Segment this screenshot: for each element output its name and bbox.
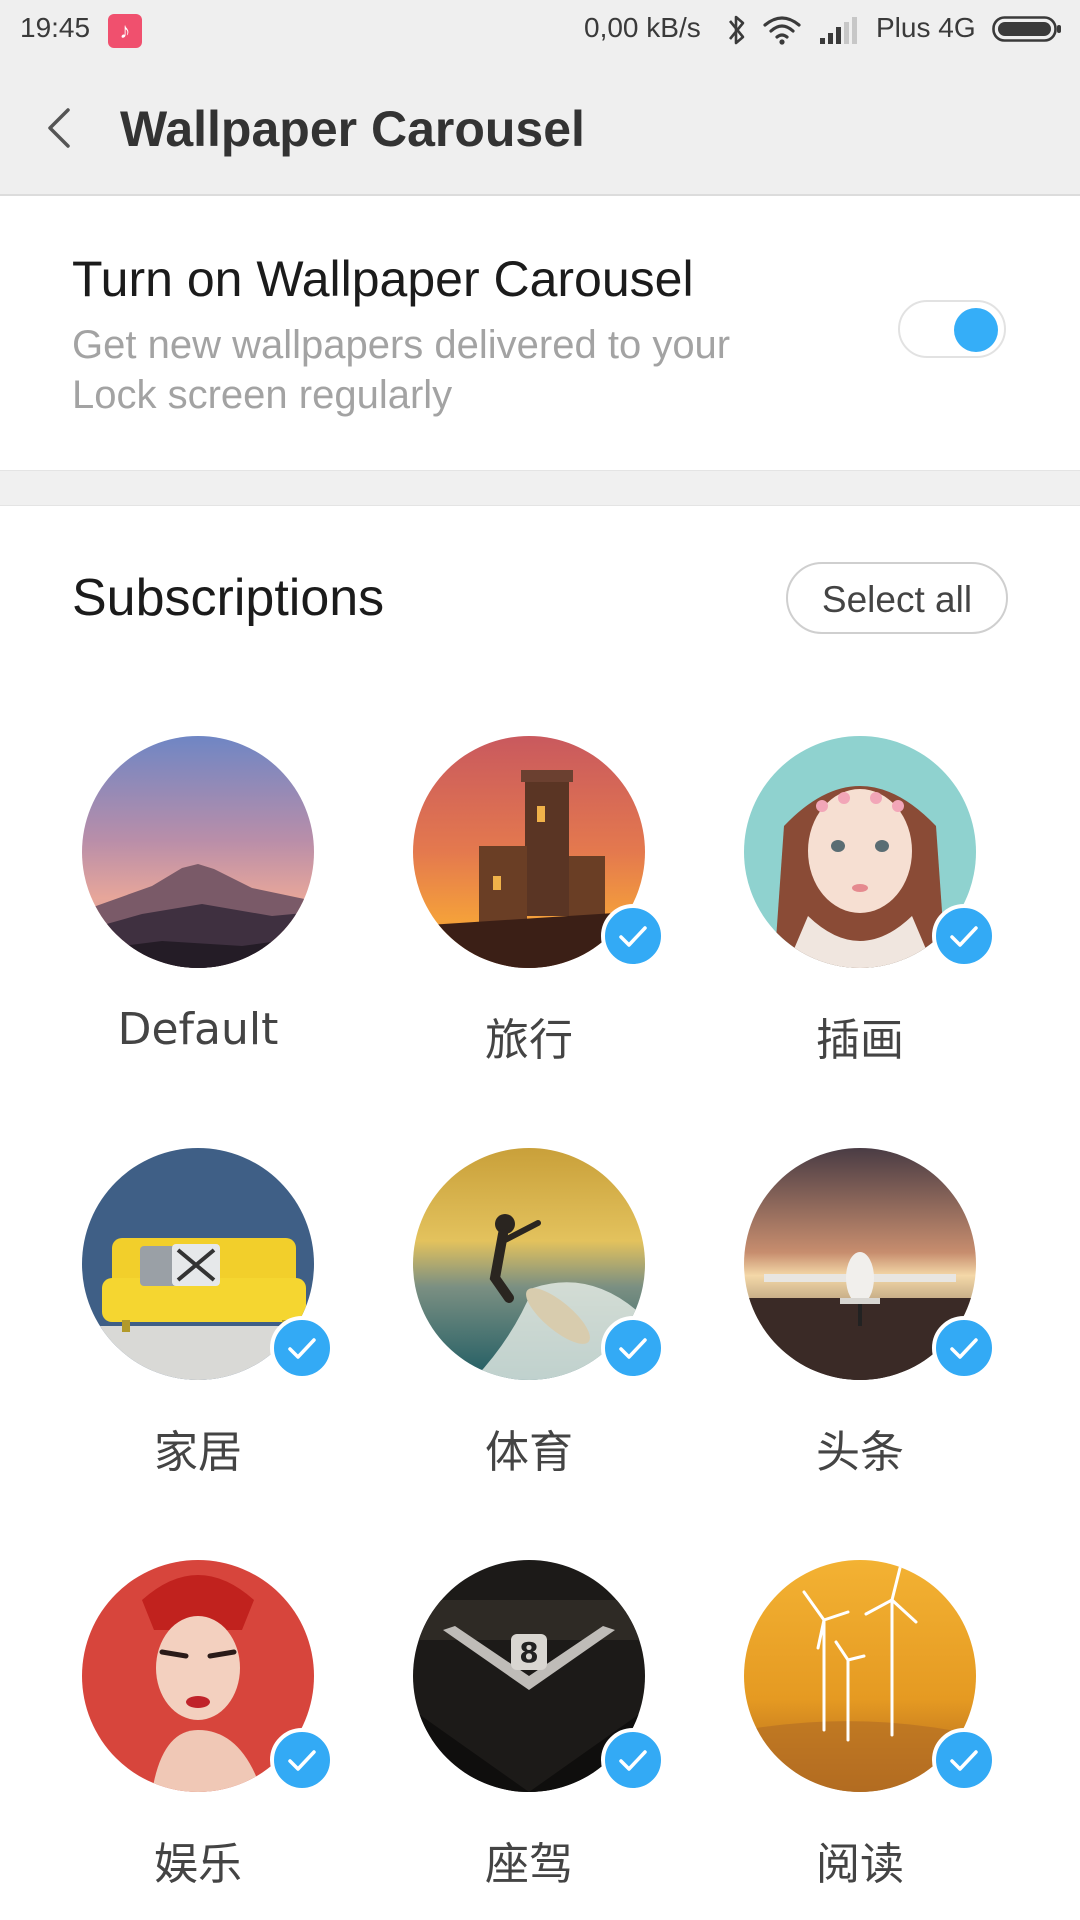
subscription-tile-travel[interactable]: 旅行 — [348, 736, 665, 1076]
subscription-tile-entertainment[interactable]: 娱乐 — [17, 1560, 334, 1900]
subscription-label: 家居 — [154, 1427, 242, 1478]
subscription-tile-reading[interactable]: 阅读 — [679, 1560, 996, 1900]
checked-badge — [601, 904, 665, 968]
svg-text:8: 8 — [519, 1636, 538, 1669]
signal-strength-icon — [820, 17, 857, 44]
checked-badge — [932, 1316, 996, 1380]
checkmark-icon — [619, 1338, 647, 1359]
subscription-label: 体育 — [485, 1427, 573, 1478]
wallpaper-carousel-screen: 19:45 ♪ 0,00 kB/s Plus 4G Wallpaper Caro… — [0, 0, 1080, 1920]
status-bar: 19:45 ♪ 0,00 kB/s Plus 4G — [0, 0, 1080, 60]
checkmark-icon — [288, 1338, 316, 1359]
status-time: 19:45 — [20, 12, 91, 43]
subscription-label: 头条 — [816, 1427, 904, 1478]
carousel-toggle-row[interactable]: Turn on Wallpaper Carousel Get new wallp… — [0, 196, 1080, 470]
subscription-tile-illustration[interactable]: 插画 — [679, 736, 996, 1076]
checkmark-icon — [950, 1750, 978, 1771]
wifi-icon — [763, 16, 801, 45]
subscription-tile-default[interactable]: Default — [17, 736, 317, 1076]
carousel-toggle-title: Turn on Wallpaper Carousel — [72, 251, 694, 307]
carousel-toggle-switch[interactable] — [898, 300, 1006, 358]
carrier-label: Plus 4G — [876, 12, 976, 43]
checked-badge — [932, 1728, 996, 1792]
network-speed: 0,00 kB/s — [584, 12, 701, 43]
checkmark-icon — [288, 1750, 316, 1771]
subscription-label: Default — [117, 1004, 279, 1055]
back-button[interactable] — [38, 98, 88, 158]
subscription-label: 旅行 — [485, 1015, 573, 1066]
switch-knob — [954, 308, 998, 352]
subscription-label: 插画 — [816, 1015, 904, 1066]
page-title: Wallpaper Carousel — [120, 101, 585, 157]
subscription-tile-cars[interactable]: 8 座驾 — [348, 1560, 665, 1900]
subscriptions-heading: Subscriptions — [72, 569, 385, 627]
header-bar: Wallpaper Carousel — [0, 60, 1080, 196]
battery-icon — [992, 16, 1061, 42]
subscription-label: 座驾 — [485, 1839, 573, 1890]
checkmark-icon — [619, 1750, 647, 1771]
select-all-button[interactable]: Select all — [786, 562, 1008, 634]
checkmark-icon — [950, 1338, 978, 1359]
checkmark-icon — [619, 926, 647, 947]
music-app-icon: ♪ — [108, 14, 142, 48]
wallpaper-thumbnail-mountain — [82, 736, 314, 968]
checked-badge — [932, 904, 996, 968]
section-divider — [0, 470, 1080, 506]
subscription-label: 娱乐 — [154, 1839, 242, 1890]
checked-badge — [270, 1728, 334, 1792]
checkmark-icon — [950, 926, 978, 947]
carousel-toggle-subtitle: Get new wallpapers delivered to your Loc… — [72, 323, 731, 417]
subscription-tile-sports[interactable]: 体育 — [348, 1148, 665, 1488]
checked-badge — [601, 1316, 665, 1380]
subscription-tile-headlines[interactable]: 头条 — [679, 1148, 996, 1488]
subscription-tile-home[interactable]: 家居 — [17, 1148, 334, 1488]
checked-badge — [601, 1728, 665, 1792]
subscription-label: 阅读 — [816, 1839, 904, 1890]
chevron-left-icon — [48, 108, 70, 148]
bluetooth-icon — [728, 15, 745, 45]
checked-badge — [270, 1316, 334, 1380]
